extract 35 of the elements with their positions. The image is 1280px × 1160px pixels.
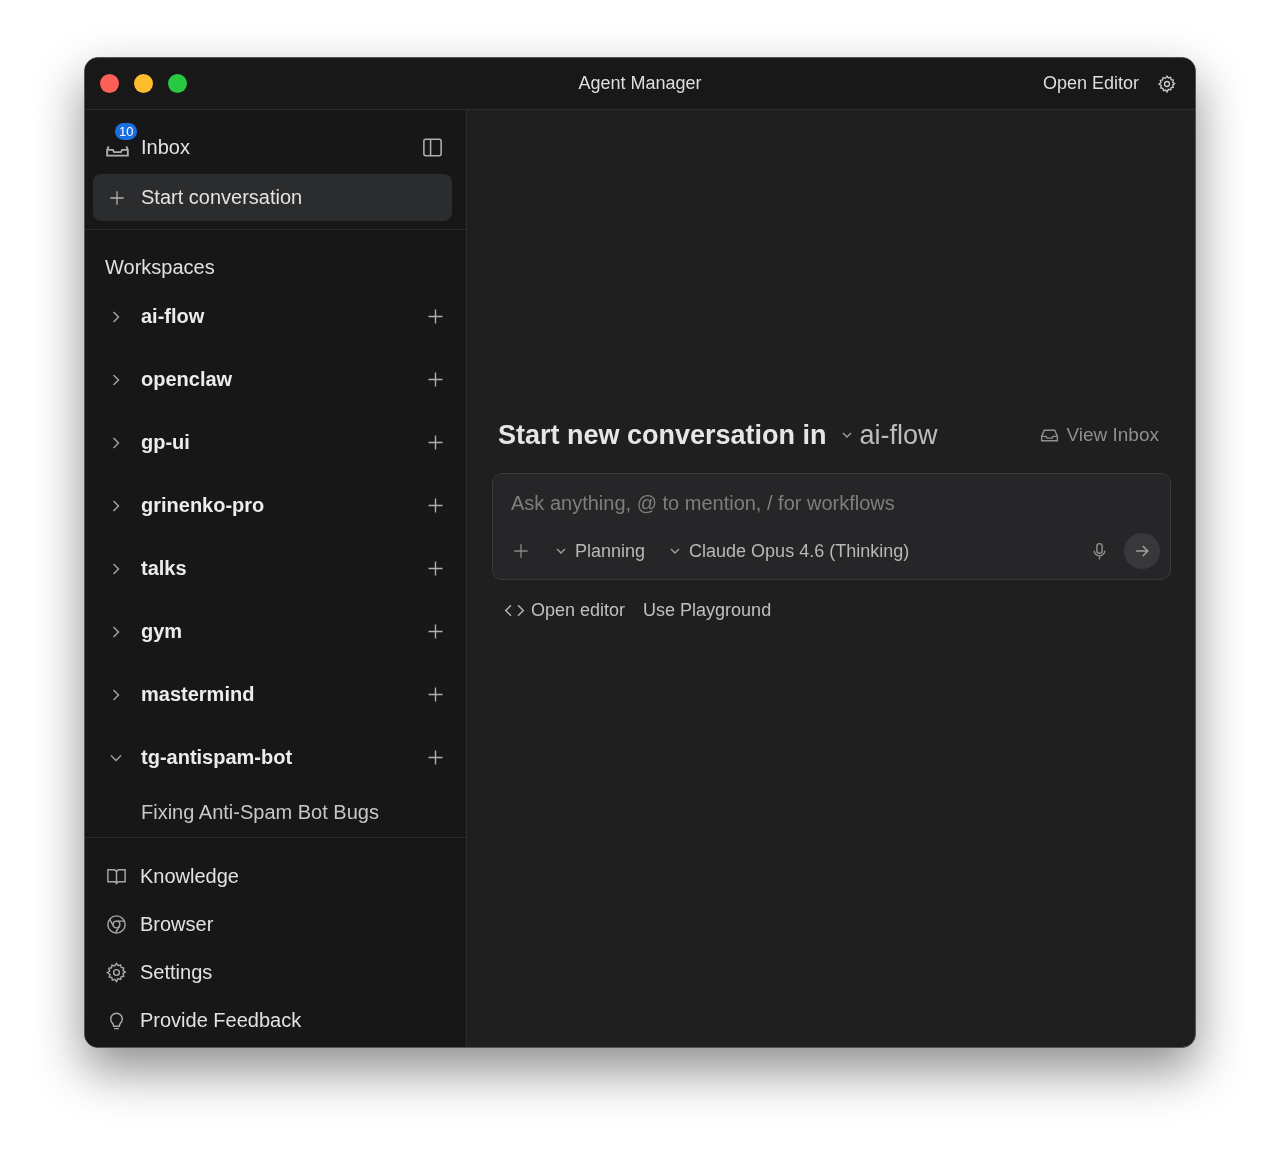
window-title: Agent Manager: [578, 73, 702, 94]
section-heading: Workspaces: [105, 256, 216, 279]
open-editor-button[interactable]: Open Editor: [1042, 73, 1139, 94]
workspace-item[interactable]: talks: [141, 557, 425, 580]
workspace-item[interactable]: gym: [141, 620, 425, 643]
action-link[interactable]: Open editor: [504, 600, 626, 621]
model-dropdown[interactable]: Claude Opus 4.6 (Thinking): [667, 540, 910, 562]
prompt-field[interactable]: Ask anything, @ to mention, / for workflows Planning Claude Opus 4.6 (Thinking): [492, 473, 1171, 580]
nav-link[interactable]: Provide Feedback: [140, 1008, 302, 1032]
mode-dropdown[interactable]: Planning: [553, 540, 646, 562]
workspace-item[interactable]: tg-antispam-bot: [141, 746, 425, 769]
workspace-item[interactable]: openclaw: [141, 368, 425, 391]
nav-link[interactable]: Settings: [140, 960, 213, 984]
page-heading: Start new conversation in: [498, 419, 827, 451]
close-button[interactable]: [100, 74, 119, 93]
view-inbox-button[interactable]: View Inbox: [1039, 424, 1159, 446]
workspace-dropdown[interactable]: ai-flow: [838, 419, 938, 451]
nav-link[interactable]: Browser: [140, 912, 214, 936]
start-conversation-button[interactable]: Start conversation: [93, 174, 452, 221]
action-link[interactable]: Use Playground: [643, 600, 772, 621]
unread-badge: 10: [115, 123, 138, 140]
send-button[interactable]: [1124, 533, 1160, 569]
inbox-icon[interactable]: [106, 145, 129, 157]
inbox-link[interactable]: Inbox: [141, 135, 190, 159]
workspace-item[interactable]: grinenko-pro: [141, 494, 425, 517]
settings-icon: [105, 960, 128, 984]
minimize-button[interactable]: [134, 74, 153, 93]
browser-icon: [105, 912, 128, 936]
workspace-item[interactable]: mastermind: [141, 683, 425, 706]
settings-icon[interactable]: [1157, 73, 1177, 94]
workspace-item[interactable]: gp-ui: [141, 431, 425, 454]
nav-link[interactable]: Knowledge: [140, 864, 239, 888]
conversation-item[interactable]: Fixing Anti-Spam Bot Bugs: [141, 800, 379, 824]
workspace-item[interactable]: ai-flow: [141, 305, 425, 328]
zoom-button[interactable]: [168, 74, 187, 93]
